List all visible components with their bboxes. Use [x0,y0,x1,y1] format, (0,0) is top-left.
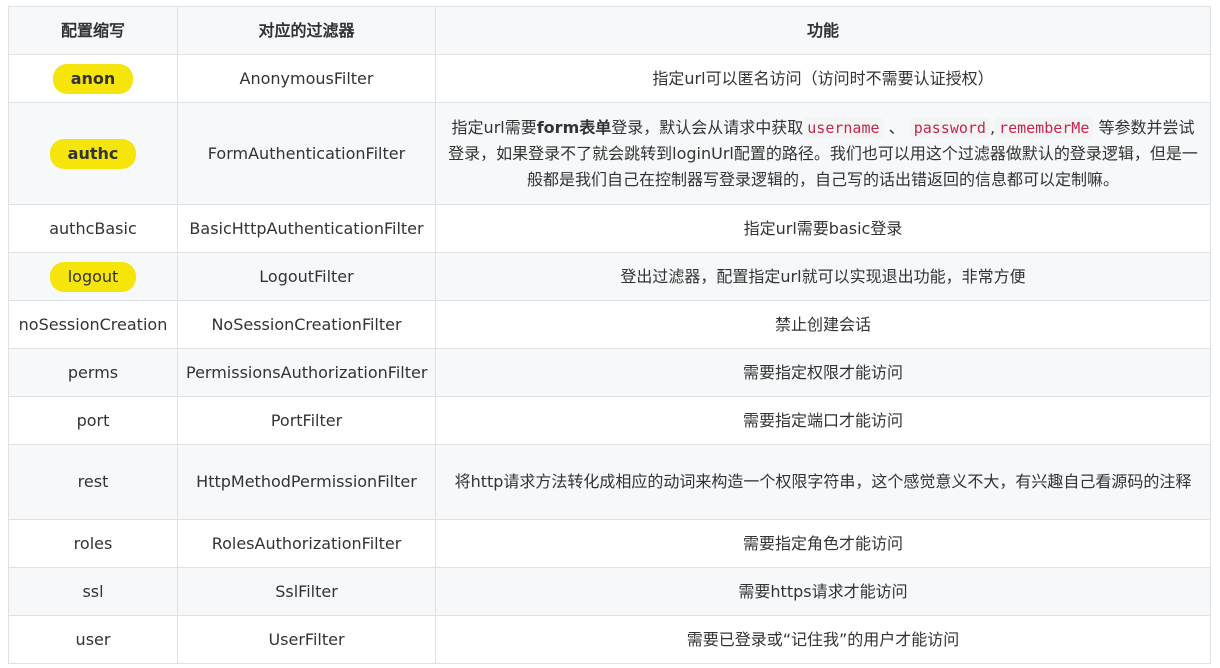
filter-cell: HttpMethodPermissionFilter [177,444,436,520]
desc-cell: 需要指定权限才能访问 [435,348,1211,397]
filter-cell: SslFilter [177,567,436,616]
table-row: authcBasic BasicHttpAuthenticationFilter… [8,204,1211,253]
highlighted-abbr: anon [52,63,134,94]
table-row: authc FormAuthenticationFilter 指定url需要fo… [8,102,1211,205]
table-row: ssl SslFilter 需要https请求才能访问 [8,567,1211,616]
filters-table: 配置缩写 对应的过滤器 功能 anon AnonymousFilter 指定ur… [8,6,1211,664]
header-row: 配置缩写 对应的过滤器 功能 [8,6,1211,55]
desc-text: 指定url需要 [451,117,537,137]
desc-cell: 指定url需要form表单登录，默认会从请求中获取 username 、 pass… [435,102,1211,205]
desc-cell: 需要已登录或“记住我”的用户才能访问 [435,615,1211,664]
header-function: 功能 [435,6,1211,55]
filter-cell: NoSessionCreationFilter [177,300,436,349]
desc-cell: 需要指定角色才能访问 [435,519,1211,568]
table-row: anon AnonymousFilter 指定url可以匿名访问（访问时不需要认… [8,54,1211,103]
filter-cell: LogoutFilter [177,252,436,301]
table-row: roles RolesAuthorizationFilter 需要指定角色才能访… [8,519,1211,568]
abbr-cell: authcBasic [8,204,178,253]
filter-cell: PermissionsAuthorizationFilter [177,348,436,397]
filter-cell: RolesAuthorizationFilter [177,519,436,568]
desc-cell: 登出过滤器，配置指定url就可以实现退出功能，非常方便 [435,252,1211,301]
filter-cell: FormAuthenticationFilter [177,102,436,205]
abbr-cell: noSessionCreation [8,300,178,349]
highlighted-abbr: logout [49,261,137,292]
desc-cell: 指定url可以匿名访问（访问时不需要认证授权） [435,54,1211,103]
header-abbr: 配置缩写 [8,6,178,55]
abbr-cell: rest [8,444,178,520]
desc-sep: 、 [883,117,910,137]
abbr-cell: user [8,615,178,664]
table-row: rest HttpMethodPermissionFilter 将http请求方… [8,444,1211,520]
abbr-cell: port [8,396,178,445]
desc-text: 登录，默认会从请求中获取 [611,117,804,137]
abbr-cell: roles [8,519,178,568]
desc-cell: 将http请求方法转化成相应的动词来构造一个权限字符串，这个感觉意义不大，有兴趣… [435,444,1211,520]
header-filter: 对应的过滤器 [177,6,436,55]
abbr-cell: authc [8,102,178,205]
desc-cell: 指定url需要basic登录 [435,204,1211,253]
code-rememberme: rememberMe [995,117,1094,138]
table-row: user UserFilter 需要已登录或“记住我”的用户才能访问 [8,615,1211,664]
desc-cell: 需要指定端口才能访问 [435,396,1211,445]
filter-cell: UserFilter [177,615,436,664]
table-row: noSessionCreation NoSessionCreationFilte… [8,300,1211,349]
desc-cell: 需要https请求才能访问 [435,567,1211,616]
filter-cell: AnonymousFilter [177,54,436,103]
highlighted-abbr: authc [49,138,137,169]
abbr-cell: perms [8,348,178,397]
abbr-cell: logout [8,252,178,301]
abbr-cell: ssl [8,567,178,616]
table-row: perms PermissionsAuthorizationFilter 需要指… [8,348,1211,397]
code-username: username [803,117,884,138]
desc-bold: form表单 [536,117,612,137]
desc-cell: 禁止创建会话 [435,300,1211,349]
filter-cell: BasicHttpAuthenticationFilter [177,204,436,253]
table-row: port PortFilter 需要指定端口才能访问 [8,396,1211,445]
table-row: logout LogoutFilter 登出过滤器，配置指定url就可以实现退出… [8,252,1211,301]
filter-cell: PortFilter [177,396,436,445]
abbr-cell: anon [8,54,178,103]
code-password: password [909,117,990,138]
